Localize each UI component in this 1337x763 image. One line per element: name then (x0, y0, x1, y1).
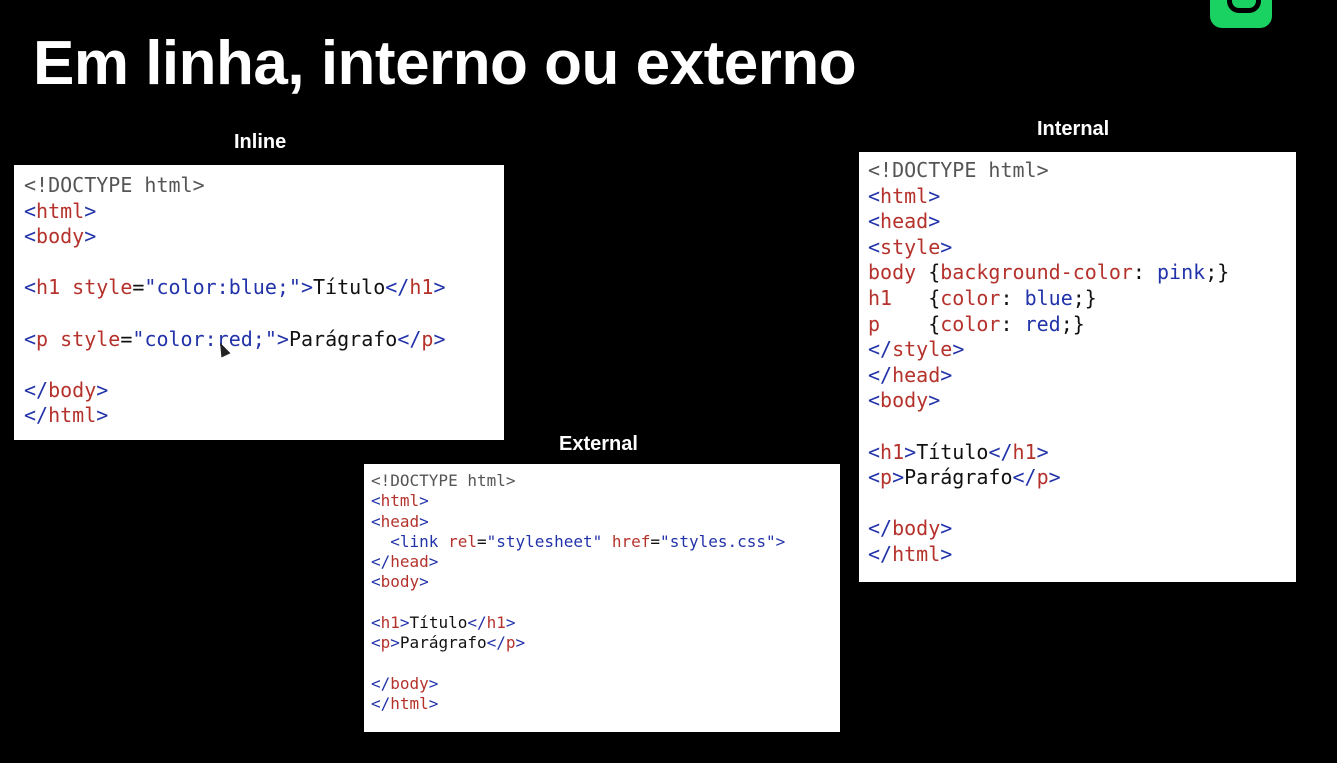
inline-caption: Inline (234, 131, 287, 153)
external-code: <!DOCTYPE html> <html> <head> <link rel=… (371, 471, 786, 714)
inline-code-box: <!DOCTYPE html> <html> <body> <h1 style=… (14, 165, 504, 440)
inline-code: <!DOCTYPE html> <html> <body> <h1 style=… (24, 173, 446, 428)
brand-logo-icon (1210, 0, 1272, 28)
external-code-box: <!DOCTYPE html> <html> <head> <link rel=… (364, 464, 840, 732)
internal-code-box: <!DOCTYPE html> <html> <head> <style> bo… (859, 152, 1296, 582)
external-caption: External (559, 433, 638, 455)
internal-code: <!DOCTYPE html> <html> <head> <style> bo… (868, 158, 1230, 566)
internal-caption: Internal (1037, 118, 1110, 140)
slide-title: Em linha, interno ou externo (33, 29, 857, 98)
